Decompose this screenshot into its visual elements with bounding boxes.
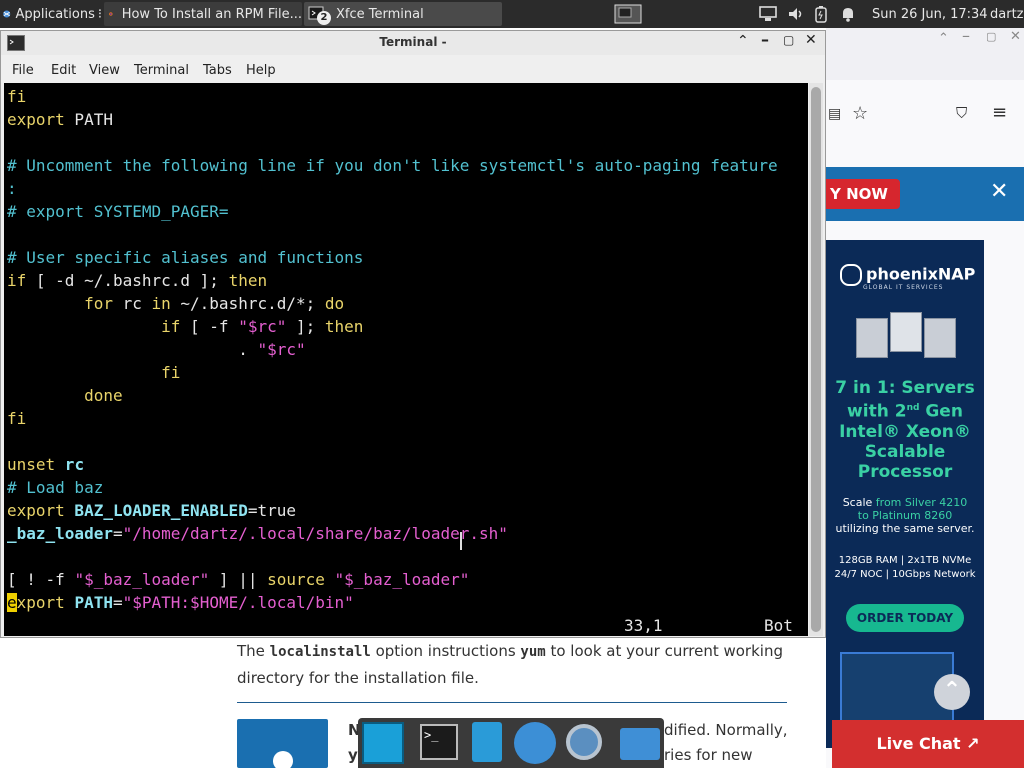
top-panel: Applications ⁝ How To Install an RPM Fil… [0, 0, 1024, 28]
code-line: # Uncomment the following line if you do… [7, 156, 778, 175]
browser-window: ⌃ – ▢ ✕ ▤ ☆ ⛉ ≡ Y NOW ✕ phoenixNAP GLOBA… [826, 26, 1024, 768]
close-window-icon[interactable]: ✕ [805, 32, 817, 48]
code-line: # User specific aliases and functions [7, 248, 364, 267]
note-text-start-2: y [348, 746, 358, 764]
menu-edit[interactable]: Edit [51, 63, 76, 78]
code-line: # Load baz [7, 478, 104, 497]
bookmark-star-icon[interactable]: ☆ [852, 103, 868, 124]
dock: >_ [358, 718, 664, 768]
note-icon-box [237, 719, 328, 771]
promo-button[interactable]: Y NOW [826, 179, 900, 209]
menu-terminal[interactable]: Terminal [134, 63, 189, 78]
code-line: # export SYSTEMD_PAGER= [7, 202, 229, 221]
processor-chips-image [856, 310, 956, 360]
minimize-window-icon[interactable]: – [761, 30, 769, 49]
code-line: _baz_loader="/home/dartz/.local/share/ba… [7, 524, 508, 543]
search-launcher-icon[interactable] [566, 724, 602, 760]
order-today-button[interactable]: ORDER TODAY [846, 604, 964, 632]
ad-brand-subtitle: GLOBAL IT SERVICES [863, 284, 944, 291]
code-line: : [7, 179, 17, 198]
shade-window-icon[interactable]: ⌃ [737, 33, 749, 49]
phoenixnap-logo-icon [840, 264, 862, 286]
xfce-logo-icon [3, 10, 11, 18]
taskbar-item-terminal[interactable]: 2 Xfce Terminal [304, 2, 502, 26]
terminal-scrollbar-thumb[interactable] [811, 87, 821, 632]
user-name[interactable]: dartz [990, 2, 1023, 26]
volume-icon[interactable] [786, 2, 808, 26]
code-line: export PATH [7, 110, 113, 129]
note-text-end-2: ries for new [664, 746, 753, 764]
clock[interactable]: Sun 26 Jun, 17:34 [872, 2, 988, 26]
notifications-icon[interactable] [840, 2, 860, 26]
file-manager-launcher-icon[interactable] [472, 722, 502, 762]
taskbar-item-label: Xfce Terminal [336, 6, 424, 22]
maximize-icon[interactable]: ▢ [986, 30, 996, 43]
taskbar-item-label: How To Install an RPM File... [121, 6, 302, 22]
ad-brand: phoenixNAP [840, 264, 980, 286]
terminal-menubar: File Edit View Terminal Tabs Help [1, 57, 825, 83]
text-select-pointer-icon [460, 532, 462, 550]
code-line: done [7, 386, 123, 405]
terminal-screen[interactable]: fi export PATH # Uncomment the following… [4, 83, 808, 636]
code-line: export BAZ_LOADER_ENABLED=true [7, 501, 296, 520]
code-line: for rc in ~/.bashrc.d/*; do [7, 294, 345, 313]
battery-icon[interactable] [814, 2, 834, 26]
reader-view-icon[interactable]: ▤ [828, 106, 841, 122]
terminal-launcher-icon[interactable]: >_ [420, 724, 458, 760]
close-promo-icon[interactable]: ✕ [990, 179, 1008, 204]
restore-icon[interactable]: – [962, 26, 970, 45]
workspace-switcher[interactable] [612, 2, 644, 26]
browser-toolbar: ▤ ☆ ⛉ ≡ [826, 94, 1024, 136]
folder-launcher-icon[interactable] [620, 728, 660, 760]
code-line: export PATH="$PATH:$HOME/.local/bin" [7, 593, 354, 612]
note-text-end-1: dified. Normally, [664, 721, 788, 739]
ad-scale-text: Scale from Silver 4210 to Platinum 8260 … [835, 496, 975, 535]
code-line: unset rc [7, 455, 85, 474]
advertisement[interactable]: phoenixNAP GLOBAL IT SERVICES 7 in 1: Se… [826, 240, 984, 748]
menu-help[interactable]: Help [246, 63, 276, 78]
maximize-window-icon[interactable]: ▢ [783, 33, 794, 47]
menu-file[interactable]: File [12, 63, 34, 78]
window-count-badge: 2 [317, 11, 331, 25]
text-cursor: e [7, 593, 17, 612]
close-icon[interactable]: ✕ [1010, 29, 1021, 44]
ad-specs: 128GB RAM | 2x1TB NVMe 24/7 NOC | 10Gbps… [834, 555, 976, 580]
code-line: fi [7, 409, 27, 428]
promo-bar: Y NOW ✕ [826, 167, 1024, 221]
code-line: if [ -d ~/.bashrc.d ]; then [7, 271, 268, 290]
cursor-position: 33,1 [624, 616, 663, 635]
menu-view[interactable]: View [89, 63, 120, 78]
menu-separator-icon: ⁝ [97, 6, 102, 22]
terminal-window[interactable]: Terminal - ⌃ – ▢ ✕ File Edit View Termin… [0, 30, 826, 638]
browser-tabbar: ⌃ – ▢ ✕ [826, 26, 1024, 80]
code-line: [ ! -f "$_baz_loader" ] || source "$_baz… [7, 570, 470, 589]
window-title: Terminal - [379, 35, 447, 49]
scroll-to-top-icon[interactable]: ⌃ [934, 674, 970, 710]
web-browser-launcher-icon[interactable] [514, 722, 556, 764]
applications-menu-button[interactable]: Applications ⁝ [2, 2, 102, 26]
workspace-icon [614, 4, 642, 24]
show-desktop-icon[interactable] [362, 722, 404, 764]
code-line: fi [7, 363, 181, 382]
terminal-titlebar[interactable]: Terminal - ⌃ – ▢ ✕ [1, 30, 825, 55]
pocket-icon[interactable]: ⛉ [956, 104, 967, 122]
divider [237, 702, 787, 703]
scroll-position: Bot [764, 616, 793, 635]
applications-label: Applications [15, 6, 95, 22]
menu-tabs[interactable]: Tabs [203, 63, 232, 78]
ad-headline: 7 in 1: Servers with 2nd Gen Intel® Xeon… [835, 378, 975, 482]
menu-hamburger-icon[interactable]: ≡ [992, 102, 1007, 123]
code-line: . "$rc" [7, 340, 306, 359]
code-line: if [ -f "$rc" ]; then [7, 317, 364, 336]
article-paragraph: The localinstall option instructions yum… [237, 642, 783, 687]
minimize-icon[interactable]: ⌃ [938, 31, 949, 46]
firefox-icon [109, 12, 113, 16]
live-chat-button[interactable]: Live Chat ↗ [832, 720, 1024, 768]
network-icon[interactable] [758, 2, 782, 26]
code-line: fi [7, 87, 27, 106]
taskbar-item-browser[interactable]: How To Install an RPM File... [104, 2, 302, 26]
